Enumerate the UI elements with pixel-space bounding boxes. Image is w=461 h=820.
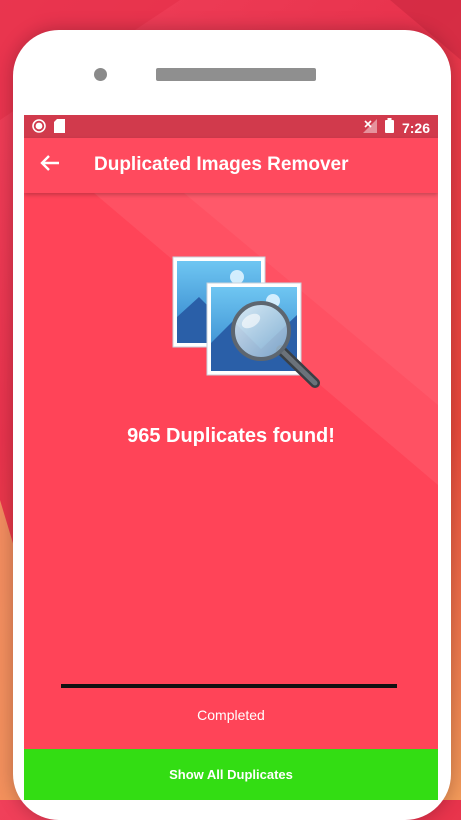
status-bar: 7:26 — [24, 115, 438, 138]
front-camera — [94, 68, 107, 81]
scan-progress-fill — [61, 684, 397, 688]
scan-progress-bar — [61, 684, 397, 688]
duplicate-images-search-icon — [169, 255, 329, 400]
sd-card-icon — [54, 119, 65, 138]
app-title: Duplicated Images Remover — [94, 154, 349, 175]
arrow-left-icon — [40, 154, 60, 177]
clock: 7:26 — [401, 120, 430, 136]
show-all-duplicates-button[interactable]: Show All Duplicates — [24, 749, 438, 800]
phone-speaker — [156, 68, 316, 81]
app-screen: 7:26 Duplicated Images Remover 965 Dupli… — [24, 115, 438, 800]
no-signal-icon — [362, 118, 377, 138]
duplicates-found-text: 965 Duplicates found! — [127, 425, 335, 447]
app-bar: Duplicated Images Remover — [24, 138, 438, 193]
background-shine — [94, 193, 438, 485]
back-button[interactable] — [36, 151, 64, 179]
record-icon — [32, 119, 46, 138]
progress-status-text: Completed — [197, 707, 265, 723]
battery-icon — [384, 118, 394, 138]
